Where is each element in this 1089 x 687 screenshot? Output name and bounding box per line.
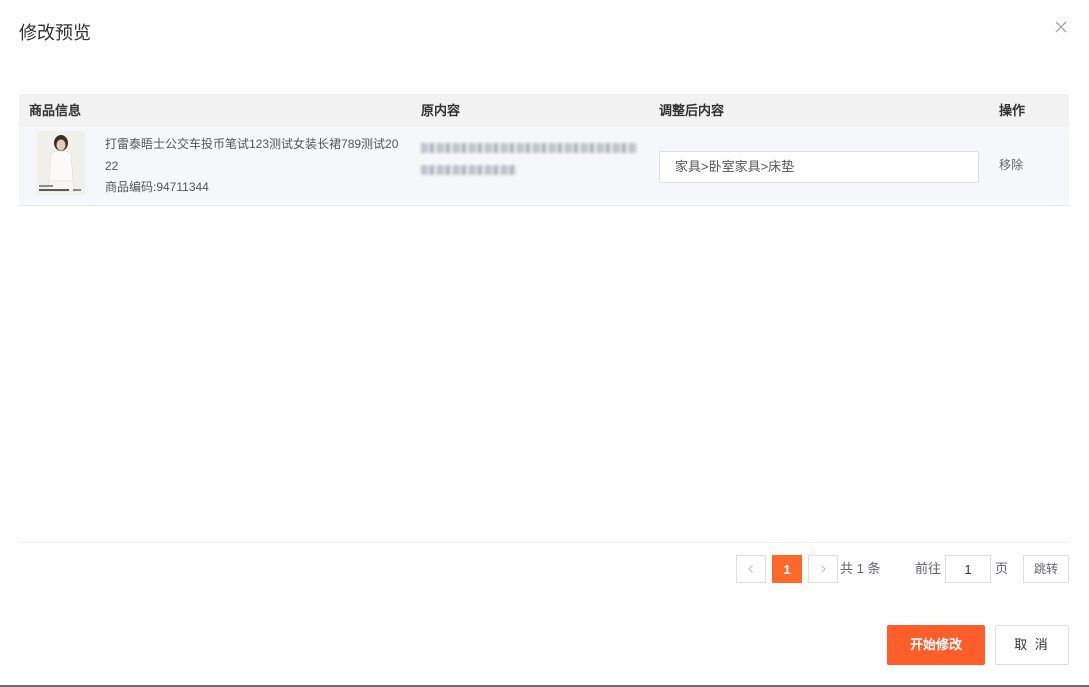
product-thumbnail — [37, 131, 85, 195]
product-code: 商品编码:94711344 — [105, 180, 209, 194]
jump-button[interactable]: 跳转 — [1023, 555, 1069, 583]
column-header-action: 操作 — [999, 103, 1026, 118]
product-name: 打雷泰晤士公交车投币笔试123测试女装长裙789测试2022 — [105, 137, 399, 173]
start-modify-button[interactable]: 开始修改 — [887, 625, 985, 665]
table-row: 打雷泰晤士公交车投币笔试123测试女装长裙789测试2022 商品编码:9471… — [19, 127, 1069, 206]
page-number-button[interactable]: 1 — [772, 555, 802, 583]
blurred-text-line — [421, 143, 637, 153]
cancel-button[interactable]: 取 消 — [995, 625, 1069, 665]
modify-preview-dialog: 修改预览 商品信息 原内容 调整后内容 操作 打雷泰晤士公交车投币笔试123测试… — [0, 0, 1089, 687]
chevron-left-icon — [748, 565, 753, 573]
original-content-blurred — [421, 143, 637, 187]
remove-link[interactable]: 移除 — [999, 155, 1023, 175]
total-count: 共 1 条 — [840, 561, 881, 576]
column-header-original: 原内容 — [421, 103, 461, 118]
table-header: 商品信息 原内容 调整后内容 操作 — [19, 94, 1069, 127]
goto-page-input[interactable] — [945, 555, 991, 583]
goto-label: 前往 — [915, 561, 942, 576]
page-unit-label: 页 — [995, 561, 1009, 576]
prev-page-button[interactable] — [736, 555, 766, 583]
adjusted-content-input[interactable]: 家具>卧室家具>床垫 — [659, 151, 979, 183]
next-page-button[interactable] — [808, 555, 838, 583]
column-header-product-info: 商品信息 — [29, 103, 82, 118]
pagination: 1 共 1 条 前往 页 跳转 — [0, 555, 1089, 583]
close-icon[interactable] — [1053, 19, 1069, 35]
chevron-right-icon — [821, 565, 826, 573]
preview-table: 商品信息 原内容 调整后内容 操作 打雷泰晤士公交车投币笔试123测试女装长裙7… — [19, 94, 1069, 206]
dialog-title: 修改预览 — [19, 23, 91, 43]
blurred-text-line — [421, 165, 517, 175]
divider — [19, 542, 1069, 543]
column-header-adjusted: 调整后内容 — [659, 103, 725, 118]
